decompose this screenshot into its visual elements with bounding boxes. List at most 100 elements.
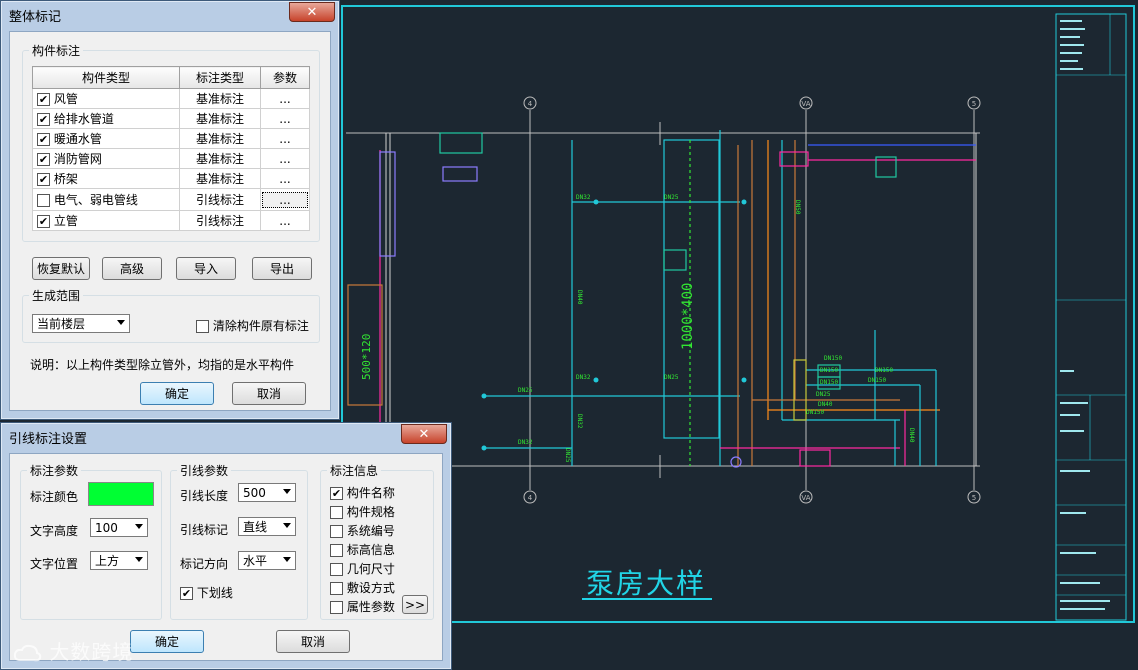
- text-height-label: 文字高度: [30, 524, 79, 538]
- row-mark[interactable]: 基准标注: [179, 148, 261, 169]
- leader-mark-titlebar[interactable]: 引线标注设置: [1, 423, 451, 451]
- info-checkbox[interactable]: [330, 563, 343, 576]
- row-mark[interactable]: 基准标注: [179, 108, 261, 129]
- info-item-component-name[interactable]: ✔ 构件名称: [330, 484, 395, 501]
- clear-existing-checkbox[interactable]: [196, 320, 209, 333]
- restore-default-button[interactable]: 恢复默认: [32, 257, 90, 280]
- lead-length-label: 引线长度: [180, 489, 229, 503]
- column-header-mark[interactable]: 标注类型: [179, 66, 261, 89]
- row-type: 桥架: [53, 172, 78, 186]
- info-checkbox[interactable]: ✔: [330, 487, 343, 500]
- row-param-focused[interactable]: ...: [260, 188, 310, 211]
- cancel-button[interactable]: 取消: [276, 630, 350, 653]
- chevron-down-icon: [283, 489, 291, 494]
- row-checkbox[interactable]: ✔: [37, 133, 50, 146]
- mark-params-title: 标注参数: [27, 462, 82, 479]
- info-item-system-number[interactable]: 系统编号: [330, 522, 395, 539]
- row-param[interactable]: ...: [260, 88, 310, 109]
- table-row[interactable]: ✔ 风管 基准标注 ...: [32, 88, 310, 109]
- row-param[interactable]: ...: [260, 210, 310, 231]
- ok-button[interactable]: 确定: [130, 630, 204, 653]
- info-item-component-spec[interactable]: 构件规格: [330, 503, 395, 520]
- grid-label-bottom-5: 5: [972, 494, 976, 502]
- info-item-elevation[interactable]: 标高信息: [330, 541, 395, 558]
- row-mark[interactable]: 基准标注: [179, 88, 261, 109]
- pipe-label: DN150: [868, 377, 886, 384]
- underline-option[interactable]: ✔ 下划线: [180, 584, 233, 601]
- info-checkbox[interactable]: [330, 506, 343, 519]
- duct-dim-label: 500*120: [360, 334, 373, 380]
- info-checkbox[interactable]: [330, 582, 343, 595]
- row-param[interactable]: ...: [260, 168, 310, 189]
- info-label: 标高信息: [346, 543, 395, 557]
- row-checkbox[interactable]: ✔: [37, 153, 50, 166]
- mark-direction-label: 标记方向: [180, 557, 229, 571]
- pipe-label: DN32: [576, 374, 591, 381]
- pipe-label: DN32: [518, 439, 533, 446]
- export-button[interactable]: 导出: [252, 257, 312, 280]
- column-header-param[interactable]: 参数: [260, 66, 310, 89]
- overall-mark-close-button[interactable]: ✕: [289, 2, 335, 22]
- column-header-type[interactable]: 构件类型: [32, 66, 180, 89]
- ok-button[interactable]: 确定: [140, 382, 214, 405]
- info-checkbox[interactable]: [330, 601, 343, 614]
- row-param-button[interactable]: ...: [262, 191, 308, 208]
- clear-existing-marks-option[interactable]: 清除构件原有标注: [196, 317, 309, 334]
- underline-checkbox[interactable]: ✔: [180, 587, 193, 600]
- row-mark[interactable]: 引线标注: [179, 210, 261, 231]
- row-param[interactable]: ...: [260, 128, 310, 149]
- import-button[interactable]: 导入: [176, 257, 236, 280]
- table-row[interactable]: 电气、弱电管线 引线标注 ...: [32, 188, 310, 211]
- row-checkbox[interactable]: ✔: [37, 93, 50, 106]
- table-row[interactable]: ✔ 给排水管道 基准标注 ...: [32, 108, 310, 129]
- grid-label-top-5: 5: [972, 100, 976, 108]
- leader-mark-close-button[interactable]: ✕: [401, 424, 447, 444]
- drawing-title: 泵房大样: [586, 567, 707, 600]
- more-attributes-button[interactable]: >>: [402, 595, 428, 614]
- grid-label-bottom-va: VA: [801, 494, 810, 502]
- row-checkbox[interactable]: ✔: [37, 113, 50, 126]
- lead-length-select[interactable]: 500: [238, 483, 296, 502]
- row-type: 风管: [53, 92, 78, 106]
- color-swatch[interactable]: [88, 482, 154, 506]
- row-param[interactable]: ...: [260, 148, 310, 169]
- row-mark[interactable]: 基准标注: [179, 128, 261, 149]
- row-checkbox[interactable]: [37, 194, 50, 207]
- leader-mark-title: 引线标注设置: [9, 431, 88, 447]
- underline-label: 下划线: [196, 586, 233, 600]
- info-item-attributes[interactable]: 属性参数: [330, 598, 395, 615]
- mark-direction-select[interactable]: 水平: [238, 551, 296, 570]
- info-checkbox[interactable]: [330, 525, 343, 538]
- clear-existing-label: 清除构件原有标注: [212, 319, 309, 333]
- table-row[interactable]: ✔ 暖通水管 基准标注 ...: [32, 128, 310, 149]
- info-item-geometry[interactable]: 几何尺寸: [330, 560, 395, 577]
- table-row[interactable]: ✔ 立管 引线标注 ...: [32, 210, 310, 231]
- close-icon: ✕: [306, 4, 318, 20]
- info-label: 构件名称: [346, 486, 395, 500]
- row-checkbox[interactable]: ✔: [37, 215, 50, 228]
- pipe-label: DN25: [664, 194, 679, 201]
- row-mark[interactable]: 引线标注: [179, 188, 261, 211]
- lead-mark-select[interactable]: 直线: [238, 517, 296, 536]
- text-height-select[interactable]: 100: [90, 518, 148, 537]
- info-item-laying[interactable]: 敷设方式: [330, 579, 395, 596]
- info-checkbox[interactable]: [330, 544, 343, 557]
- row-mark[interactable]: 基准标注: [179, 168, 261, 189]
- pipe-label: DN32: [576, 414, 583, 429]
- close-icon: ✕: [418, 426, 430, 442]
- leader-mark-settings-dialog: 引线标注设置 ✕ 标注参数 标注颜色 文字高度 100 文字位置 上方 引线参数…: [0, 422, 452, 670]
- pipe-label: DN40: [908, 428, 915, 443]
- pipe-label: DN150: [806, 409, 824, 416]
- row-param[interactable]: ...: [260, 108, 310, 129]
- scope-group-title: 生成范围: [29, 287, 84, 304]
- row-checkbox[interactable]: ✔: [37, 173, 50, 186]
- text-position-select[interactable]: 上方: [90, 551, 148, 570]
- cloud-logo-icon: [13, 644, 42, 661]
- scope-select[interactable]: 当前楼层: [32, 314, 130, 333]
- table-row[interactable]: ✔ 消防管网 基准标注 ...: [32, 148, 310, 169]
- leader-mark-body: 标注参数 标注颜色 文字高度 100 文字位置 上方 引线参数 引线长度 500…: [9, 453, 443, 661]
- advanced-button[interactable]: 高级: [102, 257, 162, 280]
- cancel-button[interactable]: 取消: [232, 382, 306, 405]
- table-row[interactable]: ✔ 桥架 基准标注 ...: [32, 168, 310, 189]
- lead-params-title: 引线参数: [177, 462, 232, 479]
